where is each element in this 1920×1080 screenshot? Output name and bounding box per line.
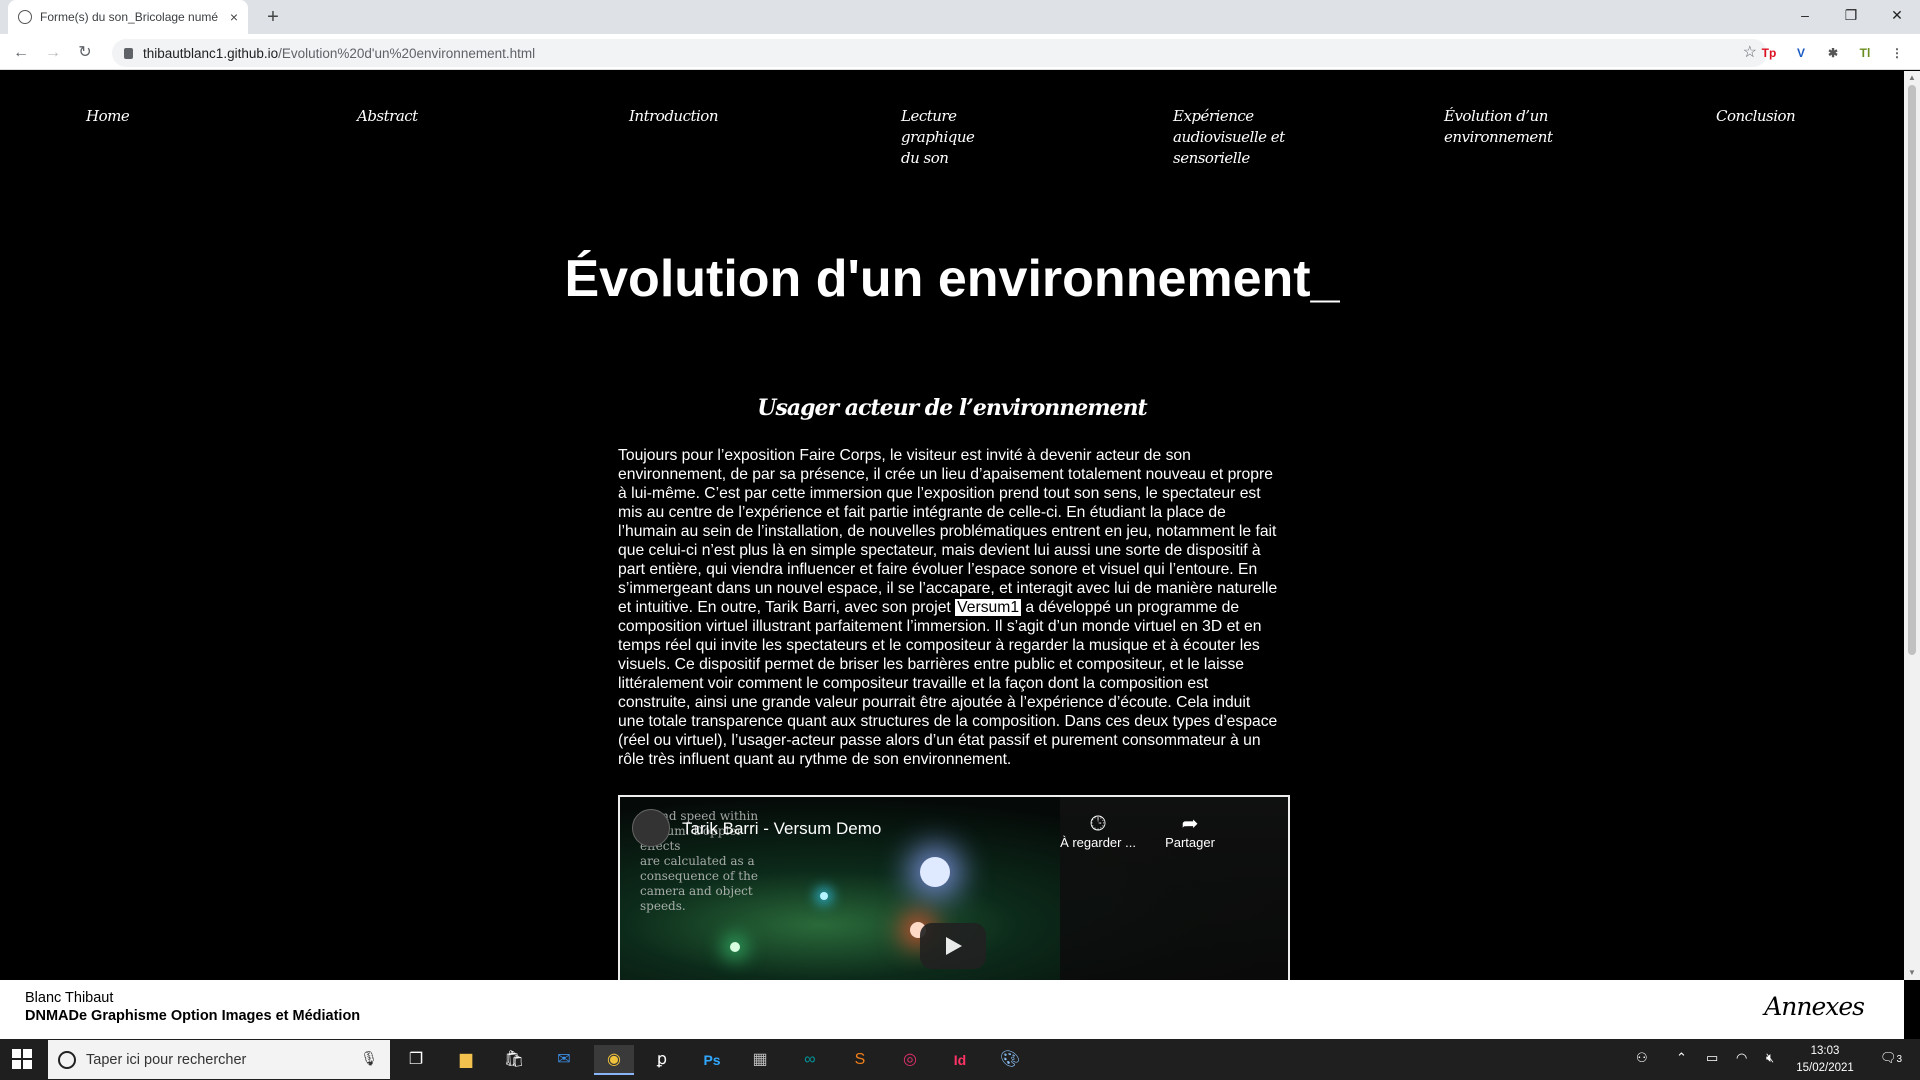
body-text-before: Toujours pour l’exposition Faire Corps, … xyxy=(618,447,1278,616)
nav-evolution-environnement[interactable]: Évolution d’un environnement xyxy=(1444,106,1553,148)
share-label: Partager xyxy=(1165,835,1215,850)
calculator-icon[interactable]: ▦ xyxy=(740,1045,780,1075)
page-footer: Blanc Thibaut DNMADe Graphisme Option Im… xyxy=(0,980,1904,1039)
forward-icon[interactable]: → xyxy=(40,40,66,66)
annexes-link[interactable]: Annexes xyxy=(1764,992,1865,1021)
back-icon[interactable]: ← xyxy=(8,40,34,66)
browser-menu-icon[interactable]: ⋮ xyxy=(1888,44,1906,62)
restore-button[interactable]: ❐ xyxy=(1828,0,1874,34)
author-degree: DNMADe Graphisme Option Images et Médiat… xyxy=(25,1008,361,1024)
browser-tab-bar: Forme(s) du son_Bricolage numé × + – ❐ ✕ xyxy=(0,0,1920,34)
file-explorer-icon[interactable]: ▆ xyxy=(446,1045,486,1075)
sublime-icon[interactable]: S xyxy=(840,1045,880,1075)
people-icon[interactable]: ⚇ xyxy=(1636,1050,1648,1066)
share-icon: ➦ xyxy=(1181,813,1199,835)
tab-title: Forme(s) du son_Bricolage numé xyxy=(40,10,219,24)
reload-icon[interactable]: ↻ xyxy=(72,40,98,66)
scroll-down-icon[interactable]: ▼ xyxy=(1907,968,1917,978)
wifi-icon[interactable]: ◠ xyxy=(1736,1050,1747,1066)
taskbar-clock[interactable]: 13:03 15/02/2021 xyxy=(1790,1043,1860,1077)
notification-count: 3 xyxy=(1896,1054,1903,1065)
extension-tp-icon[interactable]: Tp xyxy=(1760,44,1778,62)
photoshop-icon[interactable]: Ps xyxy=(692,1045,732,1075)
battery-icon[interactable]: ▭ xyxy=(1706,1050,1718,1066)
url-field[interactable]: thibautblanc1.github.io/Evolution%20d'un… xyxy=(112,39,1767,67)
chrome-icon[interactable]: ◉ xyxy=(594,1045,634,1075)
nav-experience-audiovisuelle[interactable]: Expérience audiovisuelle et sensorielle xyxy=(1173,106,1285,169)
nav-conclusion[interactable]: Conclusion xyxy=(1716,106,1796,127)
task-view-icon[interactable]: ❐ xyxy=(396,1045,436,1075)
windows-start-icon[interactable] xyxy=(12,1049,32,1069)
nav-abstract[interactable]: Abstract xyxy=(357,106,418,127)
address-bar-row: ← → ↻ thibautblanc1.github.io/Evolution%… xyxy=(0,34,1920,70)
taskbar-search[interactable]: Taper ici pour rechercher 🎙︎ xyxy=(48,1040,390,1079)
video-light-orb xyxy=(920,857,950,887)
pen-app-icon[interactable]: ꝑ xyxy=(642,1045,682,1075)
close-tab-icon[interactable]: × xyxy=(230,9,238,25)
taskbar-search-placeholder: Taper ici pour rechercher xyxy=(86,1051,247,1068)
share-button[interactable]: ➦ Partager xyxy=(1150,813,1230,850)
chevron-up-icon[interactable]: ⌃ xyxy=(1676,1050,1687,1066)
notifications-icon[interactable]: 🗨︎3 xyxy=(1880,1050,1902,1066)
nav-home[interactable]: Home xyxy=(86,106,130,127)
cortana-icon xyxy=(58,1050,76,1069)
mail-icon[interactable]: ✉ xyxy=(544,1045,584,1075)
windows-taskbar: Taper ici pour rechercher 🎙︎ ❐ ▆ 🛍︎ ✉ ◉ … xyxy=(0,1039,1920,1080)
microphone-icon[interactable]: 🎙︎ xyxy=(360,1050,378,1067)
new-tab-button[interactable]: + xyxy=(260,4,286,30)
instagram-icon[interactable]: ◎ xyxy=(890,1045,930,1075)
url-host: thibautblanc1.github.io xyxy=(143,45,279,61)
video-light-orb xyxy=(730,942,740,952)
body-paragraph: Toujours pour l’exposition Faire Corps, … xyxy=(618,446,1280,769)
paint-icon[interactable]: 🎨︎ xyxy=(990,1045,1030,1075)
extension-v-icon[interactable]: V xyxy=(1792,44,1810,62)
clock-date: 15/02/2021 xyxy=(1796,1062,1854,1074)
watch-later-button[interactable]: 🕒︎ À regarder ... xyxy=(1058,813,1138,850)
minimize-button[interactable]: – xyxy=(1782,0,1828,34)
body-text-after: a développé un programme de composition … xyxy=(618,599,1278,768)
scroll-up-icon[interactable]: ▲ xyxy=(1907,73,1917,83)
volume-muted-icon[interactable]: 🔇︎ xyxy=(1766,1050,1774,1066)
section-subtitle: Usager acteur de l’environnement xyxy=(757,395,1147,421)
web-page: Home Abstract Introduction Lecture graph… xyxy=(0,71,1904,980)
clock-time: 13:03 xyxy=(1810,1045,1840,1057)
video-light-orb xyxy=(820,892,828,900)
author-name: Blanc Thibaut xyxy=(25,990,114,1006)
page-title: Évolution d'un environnement_ xyxy=(564,250,1340,308)
watch-later-label: À regarder ... xyxy=(1060,835,1136,850)
globe-icon xyxy=(18,10,32,24)
bookmark-star-icon[interactable]: ☆ xyxy=(1743,42,1757,62)
store-icon[interactable]: 🛍︎ xyxy=(494,1045,534,1075)
indesign-icon[interactable]: Id xyxy=(940,1045,980,1075)
nav-lecture-graphique[interactable]: Lecture graphique du son xyxy=(901,106,975,169)
channel-avatar[interactable] xyxy=(632,809,670,847)
youtube-embed[interactable]: sound speed within Versum. Doppler effec… xyxy=(618,795,1290,980)
clock-icon: 🕒︎ xyxy=(1090,813,1106,835)
browser-tab[interactable]: Forme(s) du son_Bricolage numé × xyxy=(8,0,248,34)
page-scrollbar[interactable]: ▲ ▼ xyxy=(1904,71,1920,980)
lock-icon xyxy=(124,47,133,59)
nav-introduction[interactable]: Introduction xyxy=(629,106,719,127)
extension-tl-icon[interactable]: Tl xyxy=(1856,44,1874,62)
close-window-button[interactable]: ✕ xyxy=(1874,0,1920,34)
arduino-icon[interactable]: ∞ xyxy=(790,1045,830,1075)
scrollbar-thumb[interactable] xyxy=(1908,85,1916,655)
url-path: /Evolution%20d'un%20environnement.html xyxy=(278,45,536,61)
play-button[interactable] xyxy=(920,923,986,969)
extensions-puzzle-icon[interactable]: ✱ xyxy=(1824,44,1842,62)
video-title[interactable]: Tarik Barri - Versum Demo xyxy=(682,819,881,839)
versum-link[interactable]: Versum1 xyxy=(955,599,1022,616)
